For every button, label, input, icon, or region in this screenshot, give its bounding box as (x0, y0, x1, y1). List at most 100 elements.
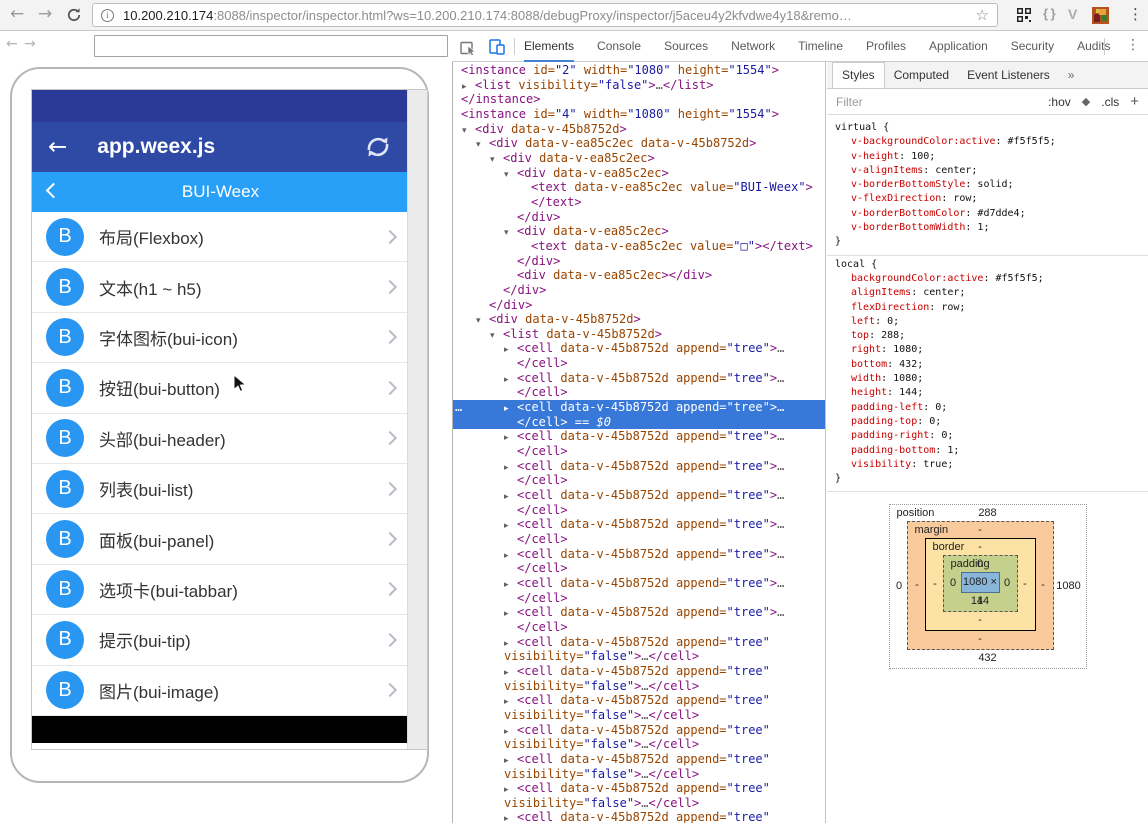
tree-node-line[interactable]: …▸<cell data-v-45b8752d append="tree">… (453, 400, 825, 415)
tree-node-line[interactable]: ▾<list data-v-45b8752d> (453, 327, 825, 342)
tree-node-line[interactable]: ▾<div data-v-45b8752d> (453, 312, 825, 327)
browser-forward-icon[interactable]: → (38, 4, 52, 24)
tree-node-line[interactable]: <instance id="4" width="1080" height="15… (453, 107, 825, 122)
tree-node-line[interactable]: </instance> (453, 92, 825, 107)
css-property[interactable]: height: 144; (835, 386, 1148, 400)
css-property[interactable]: v-backgroundColor:active: #f5f5f5; (835, 135, 1148, 149)
braces-extension-icon[interactable]: { } (1043, 6, 1056, 21)
devtools-tab-application[interactable]: Application (929, 31, 988, 62)
tree-node-line[interactable]: ▾<div data-v-ea85c2ec> (453, 224, 825, 239)
address-input[interactable] (94, 35, 448, 57)
tree-node-line[interactable]: ▸<cell data-v-45b8752d append="tree" (453, 752, 825, 767)
padding-left-value[interactable]: 0 (946, 577, 961, 589)
border-bottom-value[interactable]: - (978, 614, 982, 626)
pane-scrollbar[interactable] (407, 90, 427, 749)
tree-node-line[interactable]: ▸<cell data-v-45b8752d append="tree" (453, 810, 825, 823)
border-top-value[interactable]: - (978, 541, 982, 553)
tree-node-line[interactable]: ▾<div data-v-45b8752d> (453, 122, 825, 137)
css-property[interactable]: backgroundColor:active: #f5f5f5; (835, 272, 1148, 286)
page-back-icon[interactable]: ← (6, 36, 18, 52)
tree-node-line[interactable]: ▸<cell data-v-45b8752d append="tree">… (453, 459, 825, 474)
list-item[interactable]: B面板(bui-panel) (32, 514, 409, 564)
tree-node-line[interactable]: ▸<cell data-v-45b8752d append="tree" (453, 723, 825, 738)
styles-tab-event-listeners[interactable]: Event Listeners (958, 63, 1059, 88)
rule-selector[interactable]: virtual { (835, 121, 1148, 135)
tree-node-line[interactable]: <text data-v-ea85c2ec value="□"></text> (453, 239, 825, 254)
css-property[interactable]: top: 288; (835, 329, 1148, 343)
position-top-value[interactable]: 288 (978, 507, 996, 519)
tree-node-line[interactable]: ▸<cell data-v-45b8752d append="tree">… (453, 429, 825, 444)
node-options-icon[interactable]: … (455, 400, 461, 415)
phone-sub-back-icon[interactable] (46, 183, 62, 199)
border-left-value[interactable]: - (928, 578, 943, 590)
tree-node-line[interactable]: </cell> (453, 503, 825, 518)
tree-node-line[interactable]: </div> (453, 283, 825, 298)
color-format-icon[interactable]: ◆ (1082, 95, 1090, 108)
devtools-tab-timeline[interactable]: Timeline (798, 31, 843, 62)
margin-right-value[interactable]: - (1036, 579, 1051, 591)
address-bar[interactable]: i 10.200.210.174:8088/inspector/inspecto… (92, 3, 998, 27)
css-property[interactable]: alignItems: center; (835, 286, 1148, 300)
toggle-classes[interactable]: .cls (1101, 95, 1119, 109)
inspect-element-icon[interactable] (460, 39, 477, 55)
padding-bottom-value[interactable]: 1 (977, 595, 983, 607)
devtools-tab-profiles[interactable]: Profiles (866, 31, 906, 62)
more-tabs-icon[interactable]: » (1059, 63, 1084, 88)
tree-node-line[interactable]: </cell> (453, 385, 825, 400)
list-item[interactable]: B布局(Flexbox) (32, 212, 409, 262)
css-property[interactable]: bottom: 432; (835, 358, 1148, 372)
tree-node-line[interactable]: ▸<cell data-v-45b8752d append="tree">… (453, 341, 825, 356)
tree-node-line[interactable]: <div data-v-ea85c2ec></div> (453, 268, 825, 283)
tree-node-line[interactable]: ▸<cell data-v-45b8752d append="tree" (453, 635, 825, 650)
tree-node-line[interactable]: </cell> (453, 591, 825, 606)
css-property[interactable]: v-height: 100; (835, 150, 1148, 164)
tree-node-line[interactable]: ▸<cell data-v-45b8752d append="tree">… (453, 517, 825, 532)
tree-node-line[interactable]: ▸<cell data-v-45b8752d append="tree">… (453, 371, 825, 386)
tree-node-line[interactable]: visibility="false">…</cell> (453, 708, 825, 723)
margin-left-value[interactable]: - (910, 579, 925, 591)
tree-node-line[interactable]: visibility="false">…</cell> (453, 679, 825, 694)
styles-tab-computed[interactable]: Computed (885, 63, 958, 88)
position-left-value[interactable]: 0 (892, 580, 907, 592)
browser-refresh-icon[interactable] (66, 7, 82, 23)
list-item[interactable]: B列表(bui-list) (32, 464, 409, 514)
css-property[interactable]: left: 0; (835, 315, 1148, 329)
tree-node-line[interactable]: visibility="false">…</cell> (453, 649, 825, 664)
new-style-rule-icon[interactable]: + (1130, 93, 1139, 110)
expand-arrow-icon[interactable]: ▸ (504, 812, 517, 823)
tree-node-line[interactable]: ▸<cell data-v-45b8752d append="tree" (453, 693, 825, 708)
margin-bottom-value[interactable]: - (978, 633, 982, 645)
css-property[interactable]: v-flexDirection: row; (835, 192, 1148, 206)
tree-node-line[interactable]: ▸<cell data-v-45b8752d append="tree" (453, 781, 825, 796)
browser-menu-icon[interactable]: ⋮ (1128, 5, 1143, 23)
tree-node-line[interactable]: </cell> (453, 473, 825, 488)
device-toolbar-icon[interactable] (488, 39, 505, 55)
tree-node-line[interactable]: ▾<div data-v-ea85c2ec> (453, 166, 825, 181)
rule-selector[interactable]: local { (835, 258, 1148, 272)
phone-back-icon[interactable]: ← (48, 134, 67, 160)
browser-back-icon[interactable]: ← (10, 4, 24, 24)
tree-node-line[interactable]: visibility="false">…</cell> (453, 796, 825, 811)
tree-node-line[interactable]: <instance id="2" width="1080" height="15… (453, 63, 825, 78)
filter-input[interactable]: Filter (836, 95, 863, 109)
devtools-tab-network[interactable]: Network (731, 31, 775, 62)
css-property[interactable]: right: 1080; (835, 343, 1148, 357)
styles-tab-styles[interactable]: Styles (832, 62, 885, 88)
tree-node-line[interactable]: visibility="false">…</cell> (453, 767, 825, 782)
colored-extension-icon[interactable] (1092, 7, 1109, 24)
css-property[interactable]: flexDirection: row; (835, 301, 1148, 315)
tree-node-line[interactable]: </cell> (453, 532, 825, 547)
css-property[interactable]: v-borderBottomWidth: 1; (835, 221, 1148, 235)
tree-node-line[interactable]: ▸<list visibility="false">…</list> (453, 78, 825, 93)
tree-node-line[interactable]: <text data-v-ea85c2ec value="BUI-Weex"> (453, 180, 825, 195)
tree-node-line[interactable]: </cell> (453, 444, 825, 459)
v-extension-icon[interactable]: V (1068, 6, 1077, 22)
tree-node-line[interactable]: </div> (453, 298, 825, 313)
qr-extension-icon[interactable] (1016, 7, 1032, 23)
css-property[interactable]: width: 1080; (835, 372, 1148, 386)
list-item[interactable]: B选项卡(bui-tabbar) (32, 565, 409, 615)
box-model-content[interactable]: 1080 × 144 (961, 572, 1000, 593)
list-item[interactable]: B字体图标(bui-icon) (32, 313, 409, 363)
phone-refresh-icon[interactable] (363, 133, 393, 161)
devtools-tab-audits[interactable]: Audits (1077, 31, 1110, 62)
